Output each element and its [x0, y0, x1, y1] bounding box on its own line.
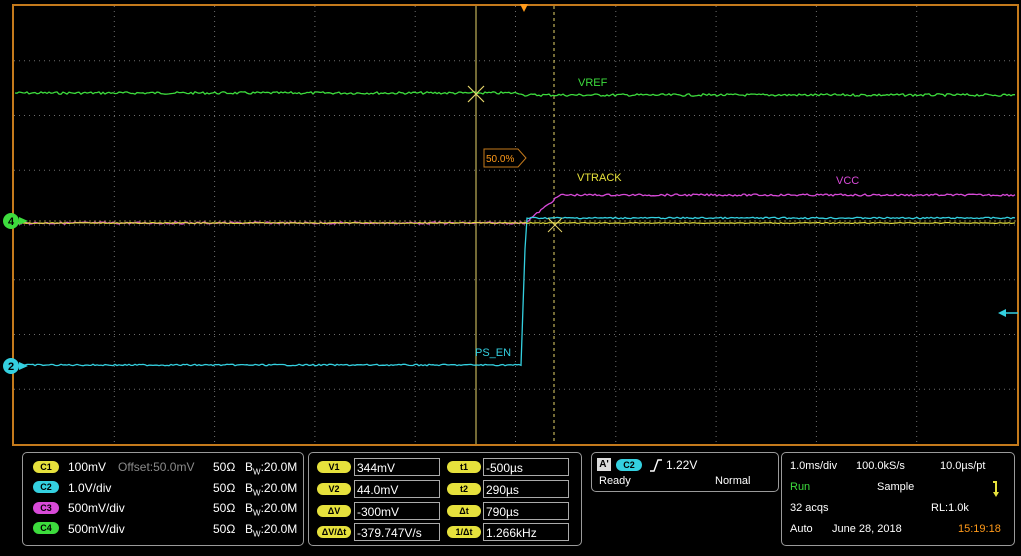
- channel-scale: 500mV/div: [68, 501, 125, 515]
- trigger-status: Ready: [599, 475, 631, 487]
- trigger-level-label: 50.0%: [486, 154, 514, 165]
- dv-badge: ΔV: [317, 505, 351, 517]
- inv-dt-badge: 1/Δt: [447, 526, 481, 538]
- t1-value: -500µs: [483, 458, 569, 476]
- channel-impedance: 50Ω: [213, 480, 236, 495]
- channel-row[interactable]: C2 1.0V/div 50Ω BW:20.0M: [33, 480, 297, 498]
- channel-scale: 1.0V/div: [68, 480, 112, 495]
- acq-time: 15:19:18: [958, 523, 1001, 535]
- bw-value: :20.0M: [260, 460, 298, 474]
- dt-badge: Δt: [447, 505, 481, 517]
- timebase: 1.0ms/div: [790, 460, 838, 472]
- channel-badge: C1: [33, 460, 59, 473]
- channel-badge: C2: [33, 481, 59, 494]
- channel-settings-panel: C1 100mV Offset:50.0mV 50Ω BW:20.0M C2 1.0V/di…: [22, 452, 304, 546]
- vref-label: VREF: [578, 77, 608, 89]
- trigger-source-badge: C2: [616, 459, 642, 471]
- channel-impedance: 50Ω: [213, 501, 236, 515]
- sample-rate: 100.0kS/s: [856, 460, 905, 472]
- record-length: RL:1.0k: [931, 502, 969, 514]
- dvdt-badge: ΔV/Δt: [317, 526, 351, 538]
- dvdt-value: -379.747V/s: [354, 523, 440, 541]
- channel-bandwidth: BW:20.0M: [245, 460, 297, 476]
- trigger-icon: [993, 481, 999, 497]
- acq-mode: Sample: [877, 481, 915, 493]
- t2-value: 290µs: [483, 480, 569, 498]
- channel-bandwidth: BW:20.0M: [245, 501, 297, 517]
- svg-text:4: 4: [8, 216, 15, 228]
- channel-badge: C4: [33, 522, 59, 535]
- channel-row[interactable]: C4 500mV/div 50Ω BW:20.0M: [33, 521, 297, 539]
- v1-badge: V1: [317, 461, 351, 473]
- channel-scale: 100mV: [68, 460, 107, 474]
- trigger-mode-badge: A': [597, 458, 611, 471]
- bw-value: :20.0M: [260, 480, 298, 495]
- trigger-type: Normal: [715, 475, 751, 487]
- trigger-mode: Auto: [790, 523, 813, 535]
- trigger-panel[interactable]: A' C2 1.22V Ready Normal: [591, 452, 779, 492]
- vtrack-label: VTRACK: [577, 172, 622, 184]
- channel-row[interactable]: C3 500mV/div 50Ω BW:20.0M: [33, 500, 297, 518]
- trigger-level-value: 1.22V: [666, 458, 698, 472]
- acq-count: 32 acqs: [790, 502, 829, 514]
- v2-value: 44.0mV: [354, 480, 440, 498]
- resolution: 10.0µs/pt: [940, 460, 986, 472]
- v1-value: 344mV: [354, 458, 440, 476]
- channel-badge: C3: [33, 501, 59, 514]
- bw-sub: W: [253, 467, 261, 477]
- v2-badge: V2: [317, 483, 351, 495]
- vcc-label: VCC: [836, 175, 859, 187]
- channel-scale: 500mV/div: [68, 521, 125, 536]
- bw-sub: W: [253, 487, 261, 497]
- bw-sub: W: [253, 508, 261, 518]
- acq-date: June 28, 2018: [832, 523, 902, 535]
- bw-value: :20.0M: [260, 521, 298, 536]
- channel-row[interactable]: C1 100mV Offset:50.0mV 50Ω BW:20.0M: [33, 459, 297, 477]
- bw-value: :20.0M: [260, 501, 298, 515]
- bw-prefix: B: [245, 501, 254, 515]
- bw-sub: W: [253, 528, 261, 538]
- dv-value: -300mV: [354, 502, 440, 520]
- run-state: Run: [790, 481, 811, 493]
- acquisition-panel: 1.0ms/div 100.0kS/s 10.0µs/pt Run Sample…: [781, 452, 1015, 546]
- t1-badge: t1: [447, 461, 481, 473]
- bw-prefix: B: [245, 480, 254, 495]
- channel-impedance: 50Ω: [213, 460, 236, 474]
- channel-bandwidth: BW:20.0M: [245, 481, 297, 497]
- channel-impedance: 50Ω: [213, 521, 236, 536]
- svg-text:2: 2: [8, 361, 14, 373]
- cursor-readout-panel: V1 344mV V2 44.0mV ΔV -300mV ΔV/Δt -379.…: [308, 452, 582, 546]
- t2-badge: t2: [447, 483, 481, 495]
- dt-value: 790µs: [483, 502, 569, 520]
- bw-prefix: B: [245, 521, 254, 536]
- oscilloscope-graticule: 50.0% VREF VTRACK VCC PS_EN 4 2: [3, 4, 1019, 446]
- bw-prefix: B: [245, 460, 254, 474]
- rising-edge-icon: [650, 459, 662, 472]
- ps-en-label: PS_EN: [475, 347, 511, 359]
- inv-dt-value: 1.266kHz: [483, 523, 569, 541]
- channel-offset: Offset:50.0mV: [118, 460, 195, 474]
- channel-bandwidth: BW:20.0M: [245, 522, 297, 538]
